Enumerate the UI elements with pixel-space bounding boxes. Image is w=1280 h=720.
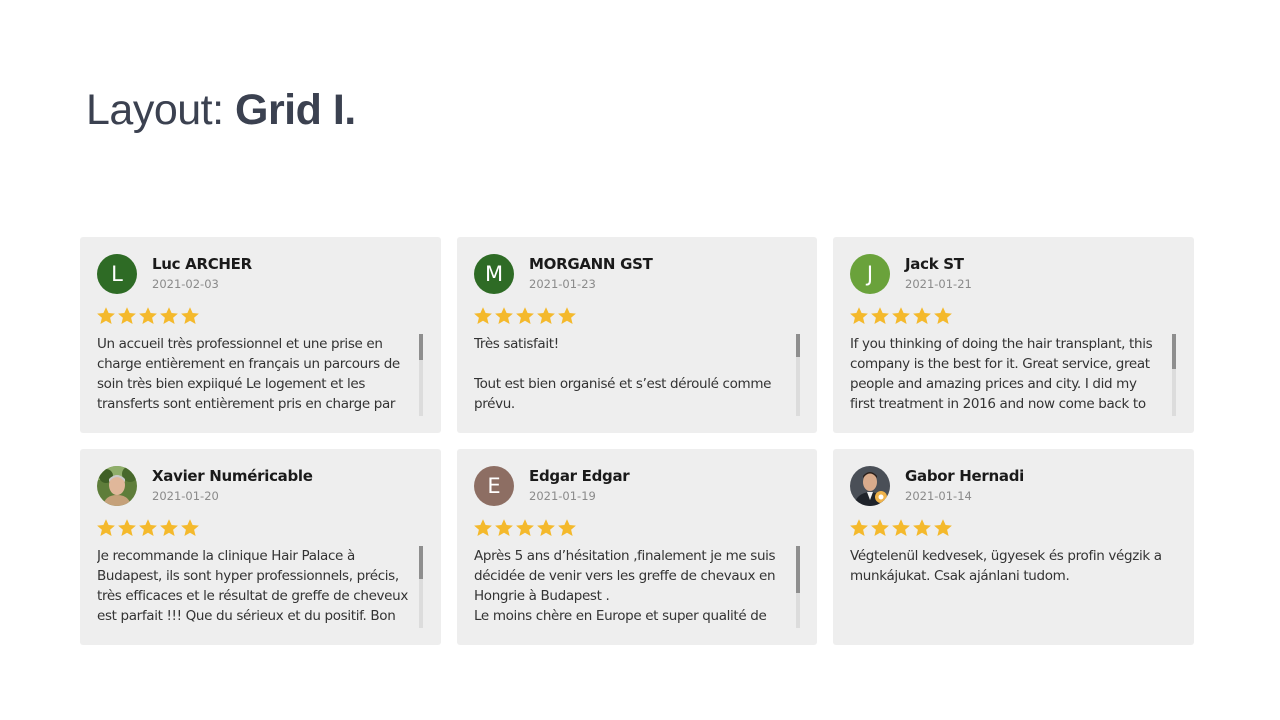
star-icon [160, 519, 178, 536]
review-text: Végtelenül kedvesek, ügyesek és profin v… [850, 548, 1162, 584]
reviewer-name: MORGANN GST [529, 255, 653, 273]
review-scrollbar[interactable] [796, 546, 800, 628]
star-icon [495, 307, 513, 324]
review-date: 2021-02-03 [152, 277, 219, 291]
page-title-emphasis: Grid I. [235, 86, 356, 134]
avatar: L [97, 254, 137, 294]
reviewer-name: Edgar Edgar [529, 467, 630, 485]
avatar: E [474, 466, 514, 506]
star-rating [849, 306, 953, 326]
review-text: Je recommande la clinique Hair Palace à … [97, 548, 408, 624]
reviews-grid: L Luc ARCHER 2021-02-03 Un accueil très … [80, 237, 1194, 645]
star-icon [181, 307, 199, 324]
star-icon [850, 307, 868, 324]
star-icon [516, 307, 534, 324]
star-icon [495, 519, 513, 536]
star-icon [139, 307, 157, 324]
reviewer-name: Xavier Numéricable [152, 467, 313, 485]
scrollbar-thumb[interactable] [419, 334, 423, 360]
star-icon [850, 519, 868, 536]
review-scrollbar[interactable] [419, 546, 423, 628]
review-text: Après 5 ans d’hésitation ,finalement je … [474, 548, 776, 624]
star-rating [849, 518, 953, 538]
review-text: Très satisfait! Tout est bien organisé e… [474, 336, 772, 412]
review-date: 2021-01-19 [529, 489, 596, 503]
star-icon [892, 519, 910, 536]
star-icon [871, 307, 889, 324]
star-rating [473, 518, 577, 538]
avatar: M [474, 254, 514, 294]
reviewer-name: Gabor Hernadi [905, 467, 1025, 485]
star-icon [97, 307, 115, 324]
page-title: Layout: Grid I. [86, 84, 356, 136]
star-icon [913, 307, 931, 324]
review-date: 2021-01-21 [905, 277, 972, 291]
avatar [850, 466, 890, 506]
star-icon [474, 307, 492, 324]
star-icon [913, 519, 931, 536]
star-icon [892, 307, 910, 324]
star-icon [181, 519, 199, 536]
review-card: Xavier Numéricable 2021-01-20 Je recomma… [80, 449, 441, 645]
review-card: L Luc ARCHER 2021-02-03 Un accueil très … [80, 237, 441, 433]
review-date: 2021-01-23 [529, 277, 596, 291]
portrait-photo-icon [850, 466, 890, 506]
review-card: Gabor Hernadi 2021-01-14 Végtelenül kedv… [833, 449, 1194, 645]
star-icon [97, 519, 115, 536]
star-icon [516, 519, 534, 536]
star-icon [160, 307, 178, 324]
reviewer-name: Jack ST [905, 255, 964, 273]
review-text: Un accueil très professionnel et une pri… [97, 336, 404, 412]
scrollbar-thumb[interactable] [796, 334, 800, 357]
star-rating [96, 306, 200, 326]
star-rating [96, 518, 200, 538]
star-icon [558, 307, 576, 324]
star-icon [537, 307, 555, 324]
review-scrollbar[interactable] [419, 334, 423, 416]
review-date: 2021-01-20 [152, 489, 219, 503]
scrollbar-thumb[interactable] [796, 546, 800, 593]
star-icon [871, 519, 889, 536]
review-scrollbar[interactable] [1172, 334, 1176, 416]
scrollbar-thumb[interactable] [419, 546, 423, 579]
star-icon [139, 519, 157, 536]
avatar: J [850, 254, 890, 294]
review-card: M MORGANN GST 2021-01-23 Très satisfait!… [457, 237, 817, 433]
review-scrollbar[interactable] [796, 334, 800, 416]
page-title-prefix: Layout: [86, 86, 235, 134]
star-icon [934, 307, 952, 324]
star-rating [473, 306, 577, 326]
portrait-photo-icon [97, 466, 137, 506]
review-text: If you thinking of doing the hair transp… [850, 336, 1157, 412]
review-card: E Edgar Edgar 2021-01-19 Après 5 ans d’h… [457, 449, 817, 645]
review-card: J Jack ST 2021-01-21 If you thinking of … [833, 237, 1194, 433]
star-icon [537, 519, 555, 536]
avatar [97, 466, 137, 506]
star-icon [118, 519, 136, 536]
star-icon [558, 519, 576, 536]
star-icon [474, 519, 492, 536]
reviewer-name: Luc ARCHER [152, 255, 252, 273]
scrollbar-thumb[interactable] [1172, 334, 1176, 369]
star-icon [118, 307, 136, 324]
review-date: 2021-01-14 [905, 489, 972, 503]
star-icon [934, 519, 952, 536]
